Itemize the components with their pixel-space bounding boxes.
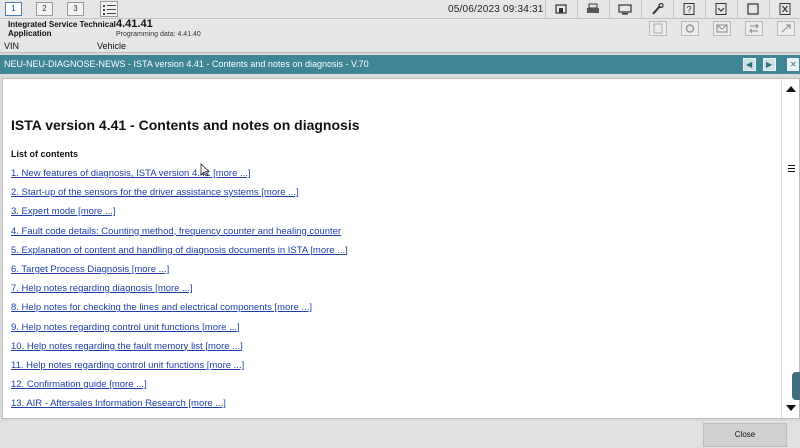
window-icon[interactable]	[737, 0, 767, 19]
copy-icon[interactable]	[649, 21, 667, 36]
toc-link-10[interactable]: 10. Help notes regarding the fault memor…	[11, 341, 243, 352]
list-item: 12. Confirmation guide [more ...]	[11, 379, 348, 398]
tab-2[interactable]: 2	[36, 2, 53, 16]
toc-link-9[interactable]: 9. Help notes regarding control unit fun…	[11, 322, 240, 333]
version-number: 4.41.41	[116, 18, 153, 30]
mail-icon[interactable]	[713, 21, 731, 36]
list-item: 3. Expert mode [more ...]	[11, 206, 348, 225]
vehicle-label: Vehicle	[97, 41, 127, 51]
settings-icon[interactable]	[681, 21, 699, 36]
close-button[interactable]: Close	[703, 423, 787, 447]
toc-link-7[interactable]: 7. Help notes regarding diagnosis [more …	[11, 283, 193, 294]
list-item: 6. Target Process Diagnosis [more ...]	[11, 264, 348, 283]
list-item: 4. Fault code details: Counting method, …	[11, 226, 348, 245]
transfer-icon[interactable]	[745, 21, 763, 36]
toc-link-11[interactable]: 11. Help notes regarding control unit fu…	[11, 360, 244, 371]
toc-link-1[interactable]: 1. New features of diagnosis, ISTA versi…	[11, 168, 251, 179]
toc-link-3[interactable]: 3. Expert mode [more ...]	[11, 206, 116, 217]
list-view-button[interactable]	[100, 1, 118, 17]
side-panel-handle[interactable]	[792, 372, 800, 400]
wrench-icon[interactable]	[641, 0, 671, 19]
document-title-bar-text: NEU-NEU-DIAGNOSE-NEWS - ISTA version 4.4…	[4, 59, 369, 69]
svg-text:?: ?	[687, 5, 692, 15]
toc-link-8[interactable]: 8. Help notes for checking the lines and…	[11, 302, 312, 313]
programming-data: Programming data: 4.41.40	[116, 31, 201, 38]
document-viewer: ISTA version 4.41 - Contents and notes o…	[2, 78, 800, 419]
close-icon[interactable]	[769, 0, 799, 19]
list-item: 2. Start-up of the sensors for the drive…	[11, 187, 348, 206]
toc-link-6[interactable]: 6. Target Process Diagnosis [more ...]	[11, 264, 169, 275]
toc-link-4[interactable]: 4. Fault code details: Counting method, …	[11, 226, 341, 237]
list-item: 8. Help notes for checking the lines and…	[11, 302, 348, 321]
app-header: Integrated Service Technical Application…	[0, 18, 800, 40]
list-item: 11. Help notes regarding control unit fu…	[11, 360, 348, 379]
list-item: 10. Help notes regarding the fault memor…	[11, 341, 348, 360]
download-icon[interactable]	[705, 0, 735, 19]
list-item: 1. New features of diagnosis, ISTA versi…	[11, 168, 348, 187]
page-title: ISTA version 4.41 - Contents and notes o…	[11, 117, 360, 133]
expand-icon[interactable]	[777, 21, 795, 36]
list-item: 5. Explanation of content and handling o…	[11, 245, 348, 264]
application-name: Integrated Service Technical Application	[8, 20, 116, 38]
next-arrow-icon[interactable]: ▶	[763, 58, 776, 71]
tab-3[interactable]: 3	[67, 2, 84, 16]
list-item: 13. AIR - Aftersales Information Researc…	[11, 398, 348, 417]
previous-arrow-icon[interactable]: ◀	[743, 58, 756, 71]
vertical-scrollbar[interactable]	[781, 79, 799, 418]
date-time: 05/06/2023 09:34:31	[448, 4, 544, 15]
scroll-down-icon[interactable]	[785, 402, 797, 414]
close-document-icon[interactable]: ✕	[787, 58, 799, 71]
toc-link-5[interactable]: 5. Explanation of content and handling o…	[11, 245, 348, 256]
workshop-icon[interactable]	[545, 0, 575, 19]
help-icon[interactable]: ?	[673, 0, 703, 19]
screen-icon[interactable]	[609, 0, 639, 19]
tab-1[interactable]: 1	[5, 2, 22, 16]
print-icon[interactable]	[577, 0, 607, 19]
vin-label: VIN	[4, 41, 20, 51]
table-of-contents: 1. New features of diagnosis, ISTA versi…	[11, 168, 348, 417]
toc-link-2[interactable]: 2. Start-up of the sensors for the drive…	[11, 187, 299, 198]
list-item: 7. Help notes regarding diagnosis [more …	[11, 283, 348, 302]
toc-heading: List of contents	[11, 149, 78, 159]
toc-link-12[interactable]: 12. Confirmation guide [more ...]	[11, 379, 147, 390]
vehicle-info-row: VIN Vehicle	[0, 40, 800, 53]
document-title-bar: NEU-NEU-DIAGNOSE-NEWS - ISTA version 4.4…	[0, 55, 800, 74]
toc-link-13[interactable]: 13. AIR - Aftersales Information Researc…	[11, 398, 226, 409]
list-item: 9. Help notes regarding control unit fun…	[11, 322, 348, 341]
top-toolbar: 1 2 3 05/06/2023 09:34:31 ?	[0, 0, 800, 19]
scroll-thumb-grip-icon[interactable]	[788, 165, 795, 173]
scroll-up-icon[interactable]	[785, 83, 797, 95]
mouse-cursor-icon	[200, 163, 210, 177]
bottom-bar: Close	[0, 421, 800, 448]
